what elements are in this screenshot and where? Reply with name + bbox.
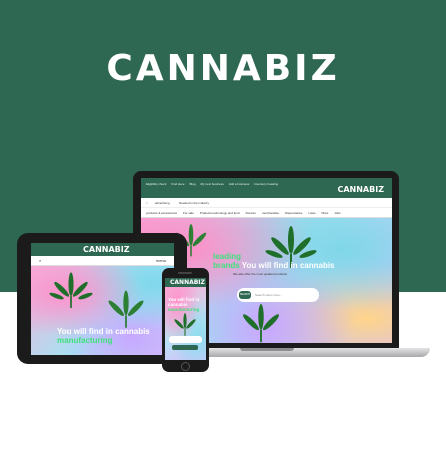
top-link[interactable]: Find Here	[171, 182, 184, 186]
search-button[interactable]	[172, 345, 198, 350]
top-link[interactable]: My next business	[201, 182, 224, 186]
cannabis-leaf-icon	[108, 290, 144, 328]
laptop-util-bar: ⌕ advertising Needed in the industry	[141, 198, 392, 208]
menu-item[interactable]: Products technology and food	[200, 211, 240, 215]
search-icon[interactable]: ⌕	[146, 201, 148, 205]
top-link[interactable]: Eligibility check	[146, 182, 166, 186]
tablet-headline: You will find in cannabis manufacturing	[57, 327, 150, 345]
needed-link[interactable]: Needed in the industry	[179, 201, 209, 205]
phone-topbar: CANNABIZ	[165, 278, 206, 287]
speaker-icon	[178, 272, 192, 274]
home-button	[181, 362, 190, 371]
menu-item[interactable]: merchandise	[262, 211, 279, 215]
menu-item[interactable]: Doctors	[246, 211, 256, 215]
menu-item[interactable]: More	[321, 211, 328, 215]
tablet-hero-banner: You will find in cannabis manufacturing	[31, 266, 174, 355]
tablet-brand-logo[interactable]: CANNABIZ	[83, 245, 130, 254]
laptop-search-box[interactable]: SEARCH Search name here...	[237, 288, 319, 302]
tablet-util-bar: ⌕ menu	[31, 256, 174, 266]
search-button[interactable]: SEARCH	[239, 291, 251, 299]
cannabis-leaf-icon	[174, 313, 196, 336]
search-icon[interactable]: ⌕	[39, 258, 41, 263]
laptop-brand-logo[interactable]: CANNABIZ	[337, 185, 384, 194]
menu-item[interactable]: For sale	[183, 211, 194, 215]
menu-button[interactable]: menu	[156, 258, 166, 263]
laptop-notch	[240, 348, 294, 351]
menu-item[interactable]: products & accessories	[146, 211, 177, 215]
menu-item[interactable]: Dispensaries	[285, 211, 302, 215]
laptop-topbar: Eligibility check Find Here Blog My next…	[141, 178, 392, 198]
search-input[interactable]	[169, 336, 202, 343]
laptop-headline: leading brands You will find in cannabis	[213, 252, 335, 270]
cannabiz-logo: CANNABIZ	[106, 48, 340, 89]
laptop-top-links: Eligibility check Find Here Blog My next…	[146, 182, 278, 186]
menu-item[interactable]: Laws	[308, 211, 315, 215]
menu-item[interactable]: Jobs	[334, 211, 340, 215]
tablet-topbar: CANNABIZ	[31, 243, 174, 256]
top-link[interactable]: Blog	[190, 182, 196, 186]
cannabis-leaf-icon	[243, 304, 279, 343]
phone-hero-banner: You will find in cannabis manufacturing	[165, 287, 206, 360]
phone-headline: You will find in cannabis manufacturing	[168, 297, 200, 312]
top-link[interactable]: Inventory heading	[254, 182, 278, 186]
advertising-link[interactable]: advertising	[155, 201, 170, 205]
top-link[interactable]: Add a business	[229, 182, 250, 186]
laptop-subheadline: We also offer the most updated products	[233, 272, 287, 276]
laptop-main-menu: products & accessories For sale Products…	[141, 208, 392, 218]
search-input[interactable]: Search name here...	[255, 293, 282, 297]
tablet-screen: CANNABIZ ⌕ menu You will find in cannabi…	[31, 243, 174, 355]
cannabis-leaf-icon	[49, 272, 93, 308]
phone-screen: CANNABIZ You will find in cannabis manuf…	[165, 278, 206, 360]
phone-brand-logo[interactable]: CANNABIZ	[170, 279, 205, 286]
